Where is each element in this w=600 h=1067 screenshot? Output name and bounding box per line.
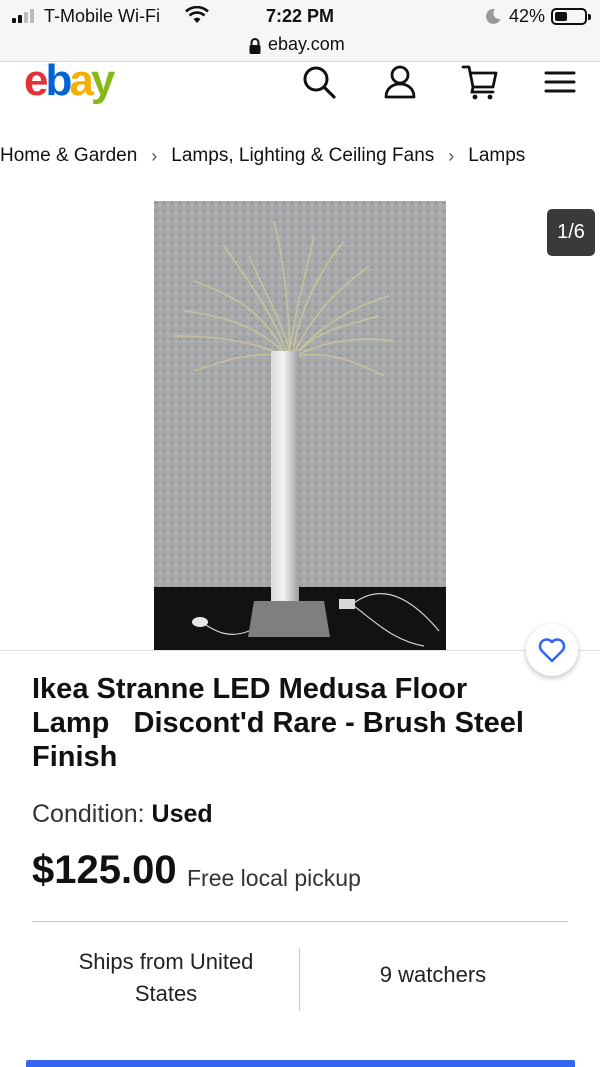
battery-percentage: 42% bbox=[509, 6, 546, 26]
breadcrumb: Home & Garden › Lamps, Lighting & Ceilin… bbox=[0, 143, 525, 169]
ebay-logo[interactable]: ebay bbox=[24, 56, 115, 106]
account-icon[interactable] bbox=[380, 62, 420, 102]
shipping-info: Free local pickup bbox=[187, 865, 361, 891]
breadcrumb-lamps-lighting-ceiling-fans[interactable]: Lamps, Lighting & Ceiling Fans bbox=[171, 145, 434, 167]
cart-icon[interactable] bbox=[460, 62, 500, 102]
url-text: ebay.com bbox=[268, 34, 345, 54]
listing-title: Ikea Stranne LED Medusa Floor Lamp Disco… bbox=[32, 673, 533, 773]
site-header: ebay bbox=[0, 56, 600, 108]
lock-icon bbox=[248, 37, 262, 60]
divider bbox=[32, 921, 568, 922]
status-bar: T-Mobile Wi-Fi 7:22 PM 42% bbox=[0, 0, 600, 32]
battery-level bbox=[555, 12, 567, 21]
breadcrumb-lamps[interactable]: Lamps bbox=[468, 145, 525, 167]
watchers-count: 9 watchers bbox=[379, 962, 487, 987]
menu-icon[interactable] bbox=[540, 62, 580, 102]
product-image[interactable] bbox=[154, 201, 446, 650]
breadcrumb-home-garden[interactable]: Home & Garden bbox=[0, 145, 137, 167]
condition-label: Condition: bbox=[32, 800, 145, 828]
breadcrumb-separator: › bbox=[151, 145, 158, 166]
heart-icon bbox=[538, 638, 566, 663]
add-to-watchlist-button[interactable] bbox=[526, 624, 578, 676]
image-counter: 1/6 bbox=[547, 209, 595, 256]
condition-value: Used bbox=[151, 800, 213, 828]
breadcrumb-separator: › bbox=[448, 145, 455, 166]
do-not-disturb-icon bbox=[484, 7, 502, 30]
divider bbox=[0, 650, 600, 651]
buy-it-now-button[interactable] bbox=[26, 1060, 575, 1067]
battery-icon bbox=[551, 8, 591, 25]
condition: Condition: Used bbox=[32, 800, 213, 829]
search-icon[interactable] bbox=[299, 62, 339, 102]
price: $125.00 bbox=[32, 848, 177, 892]
ships-from: Ships from United States bbox=[78, 949, 254, 1006]
